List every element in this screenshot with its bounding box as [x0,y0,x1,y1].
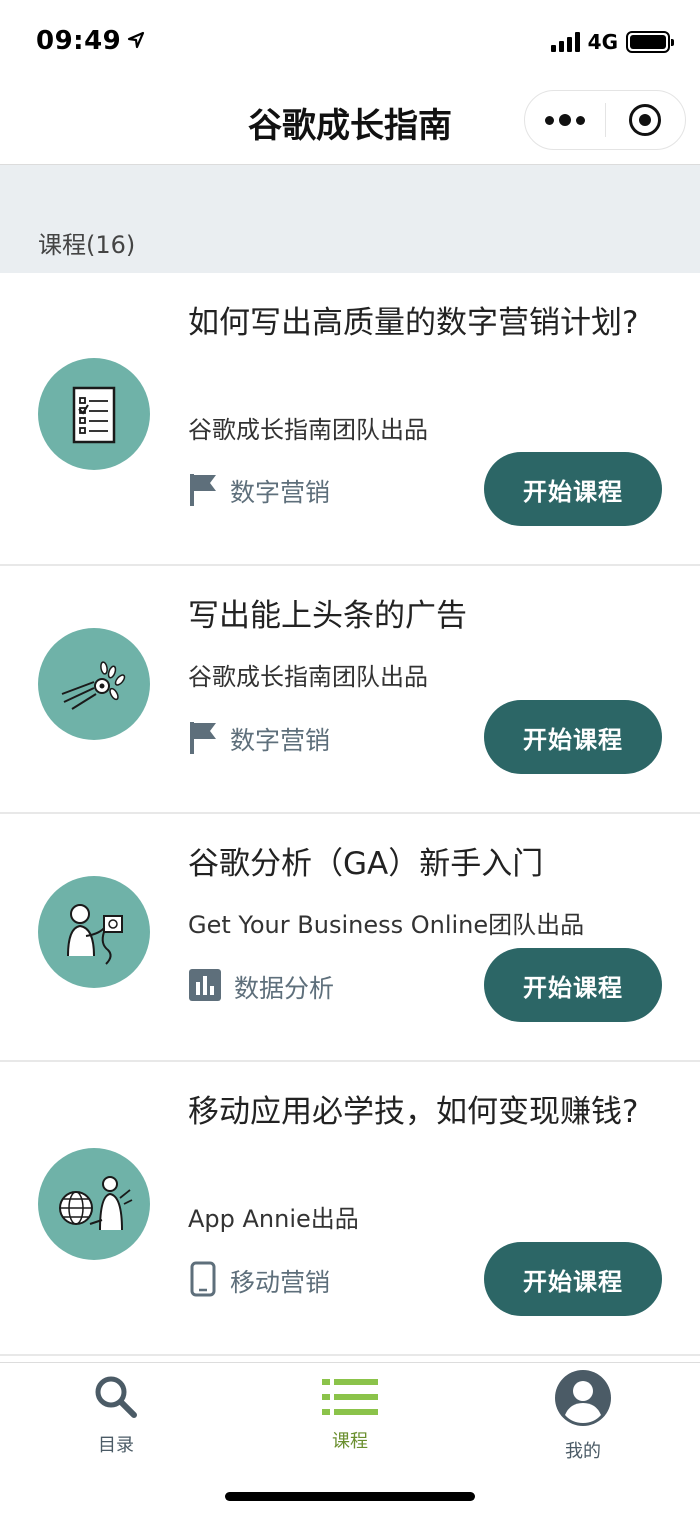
flag-icon [188,472,218,510]
course-author: Get Your Business Online团队出品 [188,911,585,939]
start-course-button[interactable]: 开始课程 [484,452,662,526]
flag-icon [188,720,218,758]
course-tag-label: 数字营销 [230,726,331,755]
signal-icon [550,32,580,52]
course-card[interactable]: 写出能上头条的广告 谷歌成长指南团队出品 数字营销 开始课程 [0,566,700,814]
tab-label: 课程 [332,1431,368,1452]
tab-catalog[interactable]: 目录 [36,1363,196,1463]
status-indicators: 4G [550,30,674,54]
course-title: 写出能上头条的广告 [188,598,467,634]
course-title: 谷歌分析（GA）新手入门 [188,846,544,882]
location-arrow-icon [127,26,145,56]
course-tag-label: 数据分析 [234,974,335,1003]
battery-icon [626,31,674,53]
list-icon [320,1377,380,1421]
more-menu-button[interactable] [525,91,605,149]
course-thumbnail-analyst-icon [38,876,150,988]
course-tag-label: 移动营销 [230,1268,331,1297]
course-tag-label: 数字营销 [230,478,331,507]
course-thumbnail-checklist-icon [38,358,150,470]
mini-program-capsule [524,90,686,150]
mobile-phone-icon [188,1261,218,1301]
course-tag: 数据分析 [188,968,334,1006]
course-author: 谷歌成长指南团队出品 [188,663,428,691]
search-icon [92,1373,140,1425]
course-title: 移动应用必学技，如何变现赚钱? [188,1094,639,1130]
tab-profile[interactable]: 我的 [503,1363,663,1463]
course-tag: 数字营销 [188,720,330,758]
status-bar: 09:49 4G [0,0,700,88]
course-card[interactable]: 谷歌分析（GA）新手入门 Get Your Business Online团队出… [0,814,700,1062]
course-tag: 移动营销 [188,1261,330,1301]
bar-chart-icon [188,968,222,1006]
tab-label: 目录 [98,1435,134,1456]
section-label: 课程(16) [38,231,136,259]
section-header: 课程(16) [0,165,700,273]
course-tag: 数字营销 [188,472,330,510]
course-author: App Annie出品 [188,1205,359,1233]
tab-label: 我的 [565,1441,601,1462]
status-time: 09:49 [36,26,145,56]
course-card[interactable]: 移动应用必学技，如何变现赚钱? App Annie出品 移动营销 开始课程 [0,1062,700,1356]
network-type: 4G [587,30,618,54]
start-course-button[interactable]: 开始课程 [484,700,662,774]
time-text: 09:49 [36,26,122,56]
course-author: 谷歌成长指南团队出品 [188,416,428,444]
start-course-button[interactable]: 开始课程 [484,1242,662,1316]
course-card[interactable]: 如何写出高质量的数字营销计划? 谷歌成长指南团队出品 数字营销 开始课程 [0,273,700,566]
home-indicator [225,1492,475,1501]
target-icon [629,104,662,136]
course-thumbnail-globe-icon [38,1148,150,1260]
course-thumbnail-bowling-icon [38,628,150,740]
user-icon [554,1369,612,1431]
tab-courses[interactable]: 课程 [270,1363,430,1463]
close-mini-program-button[interactable] [606,91,686,149]
start-course-button[interactable]: 开始课程 [484,948,662,1022]
course-title: 如何写出高质量的数字营销计划? [188,305,639,341]
